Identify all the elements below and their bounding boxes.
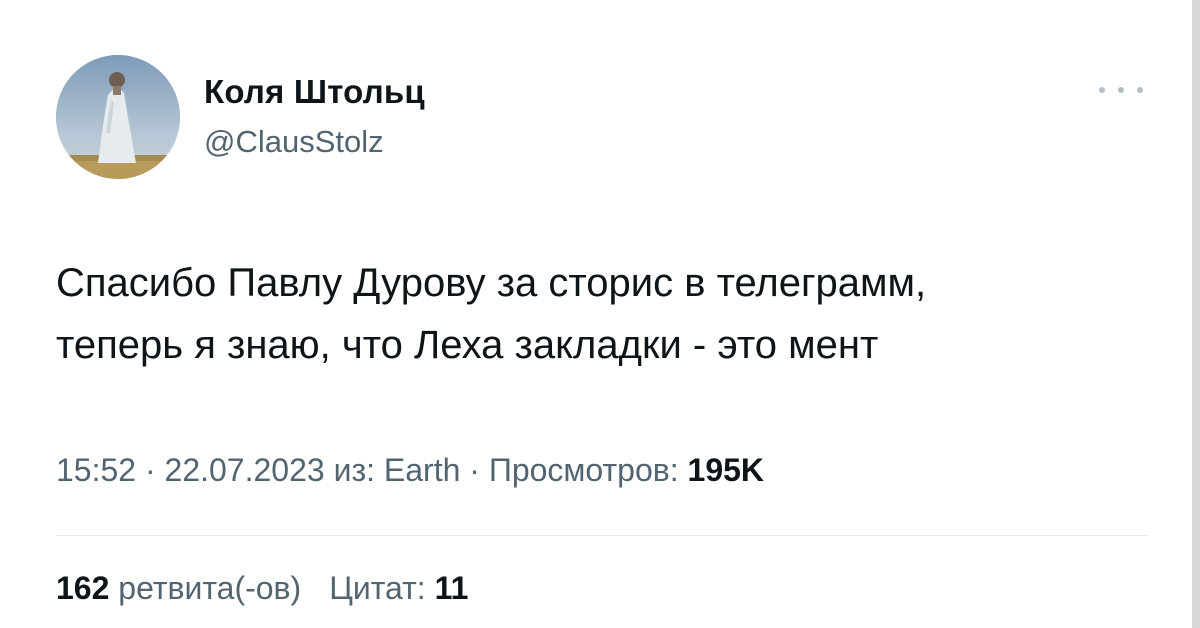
meta-separator: ·	[460, 452, 489, 488]
avatar[interactable]	[56, 55, 180, 179]
quotes-stat[interactable]: Цитат: 11	[329, 570, 468, 606]
tweet-source: Earth	[383, 452, 461, 488]
retweets-label: ретвита(-ов)	[109, 570, 302, 606]
meta-separator: ·	[136, 452, 165, 488]
retweets-stat[interactable]: 162 ретвита(-ов)	[56, 570, 301, 606]
views-label: Просмотров:	[488, 452, 688, 488]
author-display-name[interactable]: Коля Штольц	[204, 73, 425, 111]
quotes-count: 11	[434, 570, 469, 606]
tweet-date[interactable]: 22.07.2023	[165, 452, 325, 488]
screenshot-edge	[1192, 0, 1200, 628]
more-horizontal-icon[interactable]	[1099, 80, 1143, 100]
avatar-image	[56, 55, 180, 179]
tweet-text-line: теперь я знаю, что Леха закладки - это м…	[56, 323, 879, 367]
more-dot	[1118, 87, 1124, 93]
quotes-label: Цитат:	[329, 570, 435, 606]
tweet-card: Коля Штольц @ClausStolz Спасибо Павлу Ду…	[0, 0, 1200, 628]
tweet-text-line: Спасибо Павлу Дурову за сторис в телегра…	[56, 261, 927, 305]
views-count: 195K	[687, 452, 765, 488]
tweet-text: Спасибо Павлу Дурову за сторис в телегра…	[56, 252, 1166, 376]
source-prefix: из:	[324, 452, 384, 488]
tweet-stats: 162 ретвита(-ов) Цитат: 11	[56, 570, 468, 607]
tweet-time[interactable]: 15:52	[56, 452, 136, 488]
more-dot	[1137, 87, 1143, 93]
tweet-meta: 15:52 · 22.07.2023 из: Earth · Просмотро…	[56, 452, 764, 489]
more-dot	[1099, 87, 1105, 93]
author-handle[interactable]: @ClausStolz	[204, 124, 384, 160]
retweets-count: 162	[56, 570, 110, 606]
divider	[56, 535, 1148, 536]
